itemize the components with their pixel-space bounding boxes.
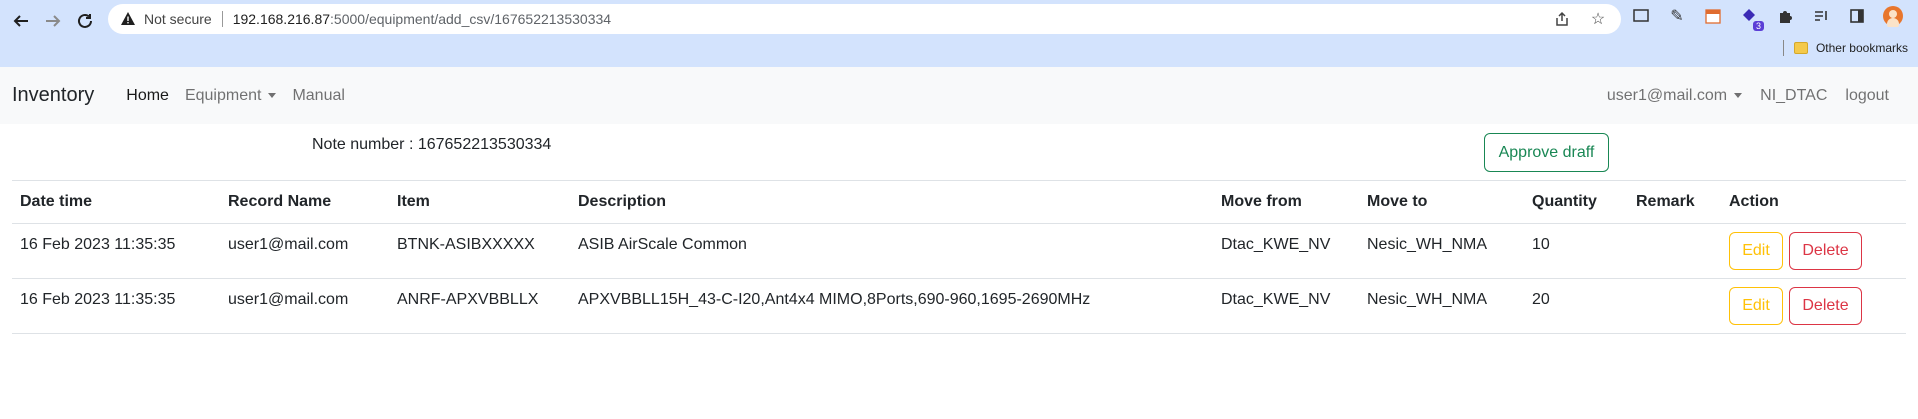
nav-equipment-label: Equipment: [184, 86, 262, 104]
col-move-to: Move to: [1359, 180, 1524, 224]
forward-arrow-icon[interactable]: [38, 6, 68, 36]
cell-quantity: 20: [1524, 278, 1628, 334]
cell-remark: [1628, 278, 1721, 334]
col-date-time: Date time: [12, 180, 220, 224]
col-record-name: Record Name: [220, 180, 389, 224]
nav-manual[interactable]: Manual: [284, 87, 352, 105]
cell-item: BTNK-ASIBXXXXX: [389, 223, 570, 279]
table-row: 16 Feb 2023 11:35:35 user1@mail.com ANRF…: [12, 278, 1906, 334]
approve-draft-button[interactable]: Approve draff: [1484, 133, 1609, 172]
col-item: Item: [389, 180, 570, 224]
nav-right: user1@mail.com NI_DTAC logout: [1598, 87, 1898, 105]
address-divider: [221, 11, 223, 27]
records-table: Date time Record Name Item Description M…: [12, 180, 1906, 334]
cell-action: Edit Delete: [1721, 223, 1906, 279]
folder-icon: [1793, 42, 1808, 54]
cell-datetime: 16 Feb 2023 11:35:35: [12, 223, 220, 279]
cell-description: ASIB AirScale Common: [570, 223, 1213, 279]
cell-datetime: 16 Feb 2023 11:35:35: [12, 278, 220, 334]
chevron-down-icon: [268, 93, 277, 98]
edit-button[interactable]: Edit: [1729, 232, 1783, 270]
url-host: 192.168.216.87: [232, 11, 331, 27]
edit-button[interactable]: Edit: [1729, 287, 1783, 325]
cast-icon[interactable]: [1630, 5, 1652, 27]
side-panel-icon[interactable]: [1846, 5, 1868, 27]
browser-toolbar: Not secure 192.168.216.87 :5000/equipmen…: [0, 0, 1918, 67]
reload-icon[interactable]: [70, 6, 100, 36]
bookmark-star-icon[interactable]: ☆: [1589, 10, 1607, 28]
org-link[interactable]: NI_DTAC: [1751, 87, 1836, 105]
bookmarks-divider: [1782, 40, 1784, 56]
back-arrow-icon[interactable]: [6, 6, 36, 36]
table-header-row: Date time Record Name Item Description M…: [12, 180, 1906, 224]
other-bookmarks[interactable]: Other bookmarks: [1816, 41, 1908, 55]
delete-button[interactable]: Delete: [1789, 287, 1862, 325]
cell-move-from: Dtac_KWE_NV: [1213, 278, 1359, 334]
extensions-puzzle-icon[interactable]: [1774, 5, 1796, 27]
nav-home[interactable]: Home: [118, 87, 177, 105]
cell-action: Edit Delete: [1721, 278, 1906, 334]
user-dropdown[interactable]: user1@mail.com: [1598, 87, 1751, 105]
address-bar[interactable]: Not secure 192.168.216.87 :5000/equipmen…: [108, 4, 1621, 34]
nav-links: Home Equipment Manual: [118, 87, 353, 105]
extension-badge-icon[interactable]: 3: [1738, 5, 1764, 31]
calendar-extension-icon[interactable]: [1702, 5, 1724, 27]
cell-item: ANRF-APXVBBLLX: [389, 278, 570, 334]
cell-description: APXVBBLL15H_43-C-I20,Ant4x4 MIMO,8Ports,…: [570, 278, 1213, 334]
chevron-down-icon: [1734, 93, 1743, 98]
note-number: Note number : 167652213530334: [312, 136, 552, 153]
col-quantity: Quantity: [1524, 180, 1628, 224]
delete-button[interactable]: Delete: [1789, 232, 1862, 270]
bookmarks-bar: Other bookmarks: [1782, 40, 1908, 56]
logout-link[interactable]: logout: [1836, 87, 1898, 105]
url-path: :5000/equipment/add_csv/167652213530334: [330, 11, 612, 27]
col-remark: Remark: [1628, 180, 1721, 224]
eyedropper-icon[interactable]: ✎: [1666, 5, 1688, 27]
cell-move-from: Dtac_KWE_NV: [1213, 223, 1359, 279]
cell-record-name: user1@mail.com: [220, 278, 389, 334]
table-row: 16 Feb 2023 11:35:35 user1@mail.com BTNK…: [12, 223, 1906, 279]
share-icon[interactable]: [1553, 10, 1571, 28]
reading-list-icon[interactable]: [1810, 5, 1832, 27]
cell-move-to: Nesic_WH_NMA: [1359, 278, 1524, 334]
warning-icon: [120, 11, 136, 27]
security-label[interactable]: Not secure: [144, 11, 212, 27]
col-action: Action: [1721, 180, 1906, 224]
cell-quantity: 10: [1524, 223, 1628, 279]
extension-badge-count: 3: [1752, 21, 1764, 31]
cell-record-name: user1@mail.com: [220, 223, 389, 279]
col-description: Description: [570, 180, 1213, 224]
user-email: user1@mail.com: [1606, 86, 1728, 104]
brand-logo[interactable]: Inventory: [12, 84, 94, 107]
profile-avatar-icon[interactable]: [1882, 5, 1904, 27]
col-move-from: Move from: [1213, 180, 1359, 224]
cell-remark: [1628, 223, 1721, 279]
app-navbar: Inventory Home Equipment Manual user1@ma…: [0, 67, 1918, 124]
cell-move-to: Nesic_WH_NMA: [1359, 223, 1524, 279]
nav-equipment-dropdown[interactable]: Equipment: [177, 87, 285, 105]
